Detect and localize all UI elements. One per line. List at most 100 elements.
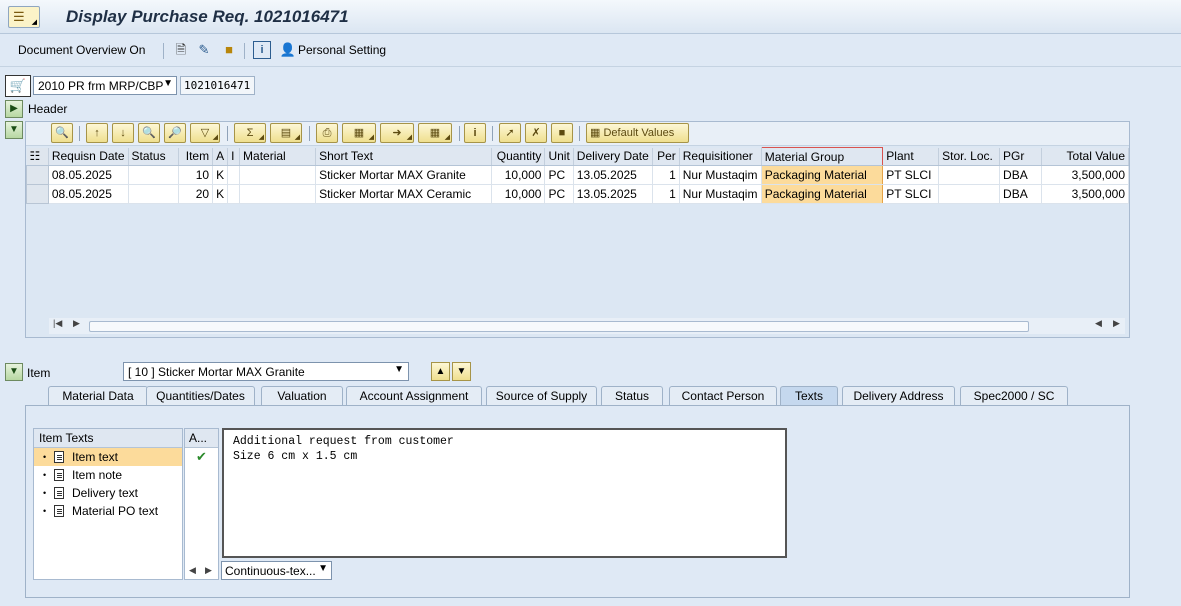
column-header[interactable]: Requisitioner (679, 147, 762, 166)
table-cell (128, 165, 180, 185)
header-label: Header (28, 102, 68, 116)
select-all-icon[interactable]: ☷ (26, 147, 49, 166)
personal-setting-button[interactable]: Personal Setting (298, 43, 386, 57)
display-change-icon[interactable]: ✎ (195, 41, 213, 59)
toolbar-separator (459, 126, 460, 141)
table-row[interactable]: 08.05.2025 20 K Sticker Mortar MAX Ceramic 1… (26, 184, 1130, 204)
sum-icon[interactable]: Σ ◢ (234, 123, 266, 143)
chevron-down-icon: ▼ (163, 78, 173, 89)
table-cell: 1 (652, 165, 680, 185)
subtotal-icon[interactable]: ▤ ◢ (270, 123, 302, 143)
column-header[interactable]: PGr (999, 147, 1042, 166)
new-document-icon[interactable]: 🗎 (172, 41, 190, 59)
cart-icon[interactable]: 🛒 (5, 75, 31, 97)
tree-item-label: Material PO text (72, 504, 159, 518)
table-cell (239, 165, 317, 185)
column-header[interactable]: Plant (882, 147, 940, 166)
scroll-first-icon[interactable]: |◀ (53, 318, 62, 329)
table-cell: 3,500,000 (1041, 165, 1130, 185)
details-icon[interactable]: 🔍 (51, 123, 73, 143)
tab-contact-person[interactable]: Contact Person (669, 386, 777, 406)
print-icon[interactable]: ⎙ (316, 123, 338, 143)
filter-icon[interactable]: ▽ ◢ (190, 123, 220, 143)
export-icon[interactable]: ➜ ◢ (380, 123, 414, 143)
text-format-select[interactable]: Continuous-tex... ▼ (221, 561, 332, 580)
column-header[interactable]: Short Text (315, 147, 492, 166)
tab-spec2000-sc[interactable]: Spec2000 / SC (960, 386, 1068, 406)
table-row[interactable]: 08.05.2025 10 K Sticker Mortar MAX Granite 1… (26, 165, 1130, 185)
column-header[interactable]: Material Group (760, 147, 884, 166)
document-overview-button[interactable]: Document Overview On (18, 43, 145, 57)
item-select[interactable]: [ 10 ] Sticker Mortar MAX Granite ▼ (123, 362, 409, 381)
column-header[interactable]: Unit (544, 147, 574, 166)
previous-item-icon[interactable]: ▲ (431, 362, 450, 381)
tree-item[interactable]: • Delivery text (34, 484, 182, 502)
column-header[interactable]: Delivery Date (573, 147, 653, 166)
info-icon[interactable]: i (464, 123, 486, 143)
column-header[interactable]: Item (178, 147, 214, 166)
delete-icon[interactable]: ✗ (525, 123, 547, 143)
tab-valuation[interactable]: Valuation (261, 386, 343, 406)
tab-account-assignment[interactable]: Account Assignment (346, 386, 482, 406)
item-overview-collapse-icon[interactable]: ▼ (5, 121, 23, 139)
next-item-icon[interactable]: ▼ (452, 362, 471, 381)
hold-icon[interactable]: ■ (220, 41, 238, 59)
info-icon[interactable]: i (253, 41, 271, 59)
personal-setting-icon[interactable]: 👤 (279, 41, 297, 59)
column-header[interactable]: Requisn Date (48, 147, 129, 166)
item-texts-tree: Item Texts • Item text • Item note • Delivery… (33, 428, 183, 580)
tab-texts[interactable]: Texts (780, 386, 838, 406)
column-header[interactable]: A (212, 147, 229, 166)
scroll-right-icon[interactable]: ▶ (1113, 318, 1120, 329)
layout-icon[interactable]: ▦ ◢ (418, 123, 452, 143)
column-header[interactable]: Status (128, 147, 180, 166)
item-collapse-icon[interactable]: ▼ (5, 363, 23, 381)
toolbar-separator (309, 126, 310, 141)
find-icon[interactable]: 🔍 (138, 123, 160, 143)
default-values-button[interactable]: ▦ Default Values (586, 123, 689, 143)
sort-descending-icon[interactable]: ↓ (112, 123, 134, 143)
scroll-left-icon[interactable]: ▶ (73, 318, 80, 329)
column-header[interactable]: Stor. Loc. (938, 147, 1001, 166)
chevron-down-icon: ▼ (394, 364, 404, 375)
system-menu-button[interactable]: ☰ ◢ (8, 6, 40, 28)
sort-ascending-icon[interactable]: ↑ (86, 123, 108, 143)
column-header[interactable]: Per (652, 147, 680, 166)
scroll-left-end-icon[interactable]: ◀ (1095, 318, 1102, 329)
column-header[interactable]: I (227, 147, 241, 166)
bullet-icon: • (43, 470, 47, 480)
toolbar-separator (492, 126, 493, 141)
horizontal-scrollbar[interactable]: |◀ ▶ ◀ ▶ (49, 318, 1125, 334)
tabstrip: Material Data Quantities/Dates Valuation Ac… (36, 386, 1136, 406)
column-header[interactable]: Material (239, 147, 317, 166)
row-selector[interactable] (26, 165, 49, 185)
tab-source-of-supply[interactable]: Source of Supply (486, 386, 597, 406)
chevron-down-icon: ▼ (318, 563, 328, 574)
column-header[interactable]: Quantity (491, 147, 546, 166)
tree-item[interactable]: • Item note (34, 466, 182, 484)
scrollbar-thumb[interactable] (89, 321, 1029, 332)
scroll-left-icon[interactable]: ◀ (189, 565, 196, 576)
table-cell: 10 (178, 165, 214, 185)
header-expand-icon[interactable]: ▶ (5, 100, 23, 118)
bullet-icon: • (43, 452, 47, 462)
tab-quantities-dates[interactable]: Quantities/Dates (146, 386, 255, 406)
text-editor[interactable]: Additional request from customer Size 6 … (222, 428, 787, 558)
tab-status[interactable]: Status (601, 386, 663, 406)
items-table: ☷ Requisn Date Status Item A I Material Short … (26, 147, 1130, 204)
tree-item[interactable]: • Material PO text (34, 502, 182, 520)
text-status-column: A... ✔ (184, 428, 219, 580)
views-icon[interactable]: ▦ ◢ (342, 123, 376, 143)
tree-item[interactable]: • Item text (34, 448, 182, 466)
hold-icon[interactable]: ■ (551, 123, 573, 143)
document-number-field[interactable]: 1021016471 (180, 76, 255, 95)
table-cell: K (212, 184, 229, 204)
column-header[interactable]: Total Value (1041, 147, 1130, 166)
row-selector[interactable] (26, 184, 49, 204)
scroll-right-icon[interactable]: ▶ (205, 565, 212, 576)
find-next-icon[interactable]: 🔎 (164, 123, 186, 143)
copy-icon[interactable]: ➚ (499, 123, 521, 143)
document-type-select[interactable]: 2010 PR frm MRP/CBP ▼ (33, 76, 177, 95)
tab-delivery-address[interactable]: Delivery Address (842, 386, 955, 406)
tab-material-data[interactable]: Material Data (48, 386, 148, 406)
